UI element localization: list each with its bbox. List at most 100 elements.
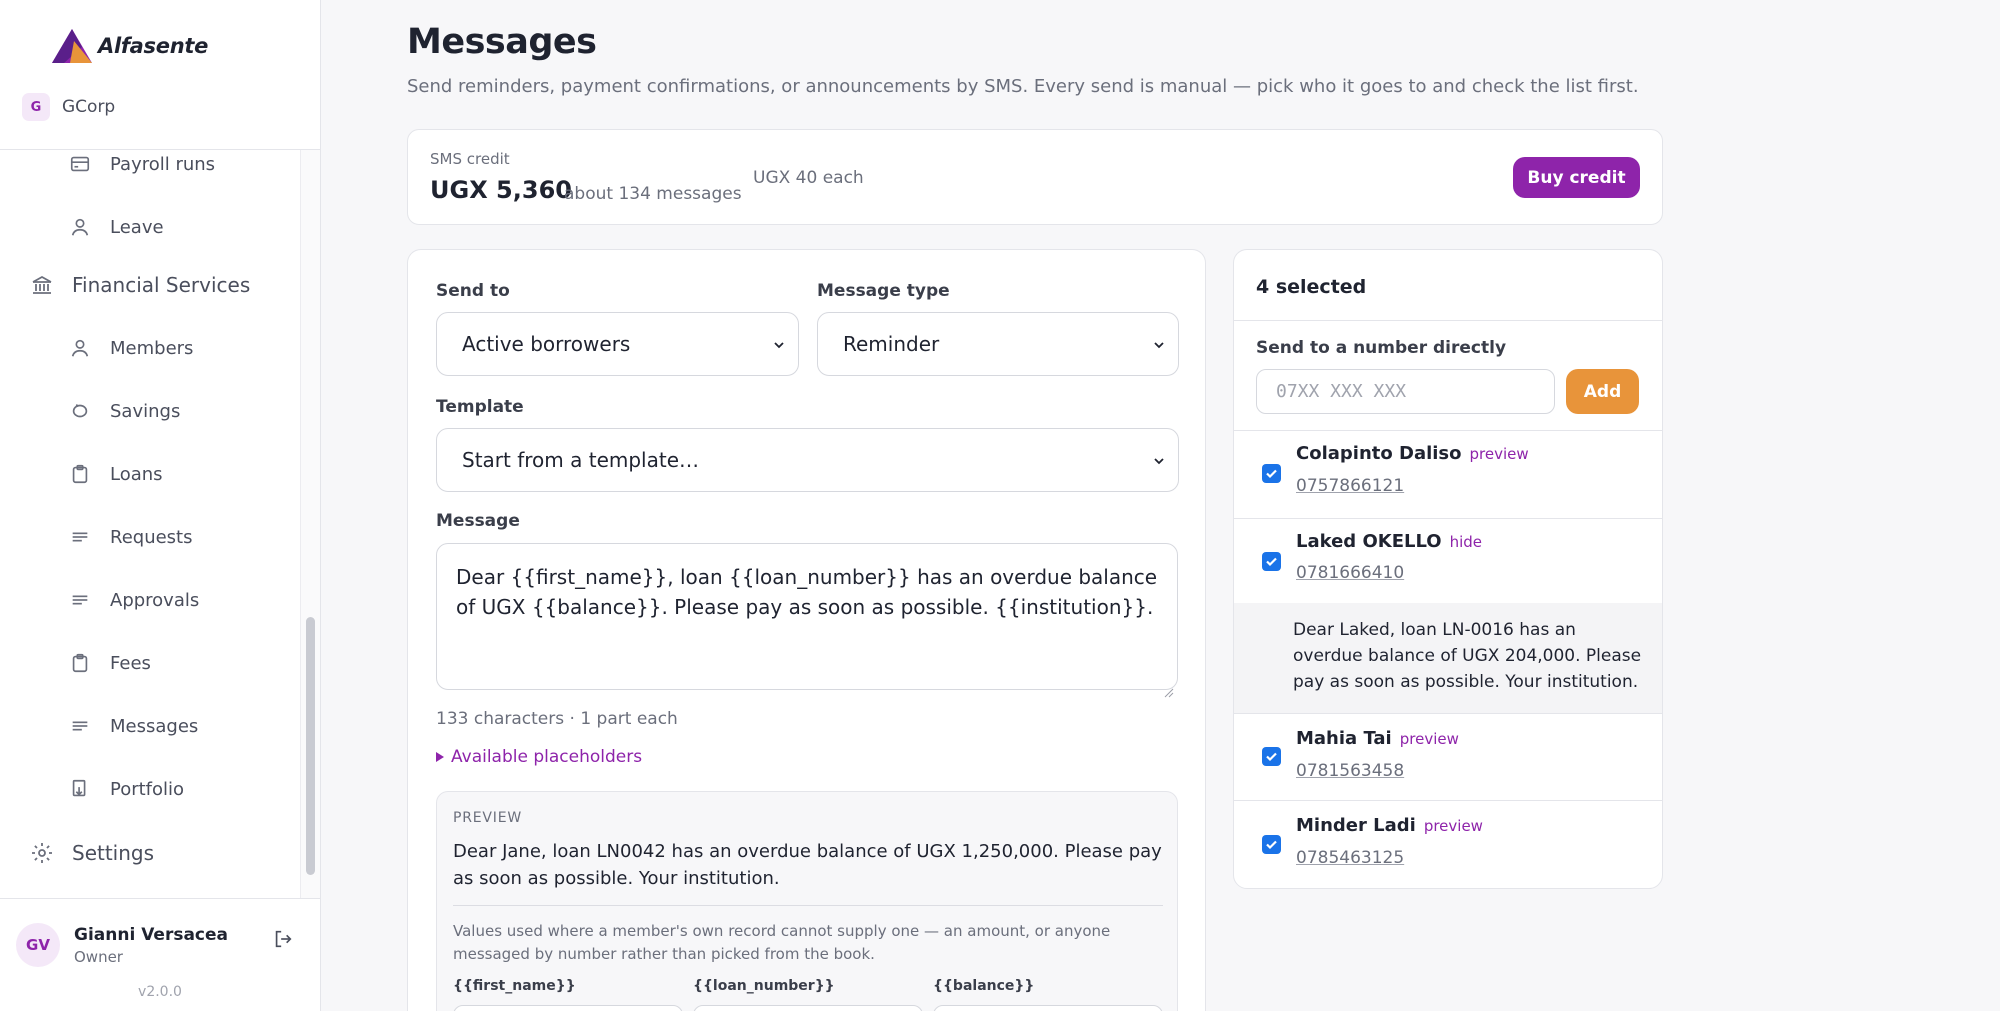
sidebar-item-label: Savings <box>110 400 181 422</box>
message-textarea[interactable]: Dear {{first_name}}, loan {{loan_number}… <box>436 543 1178 698</box>
selected-count: 4 selected <box>1256 276 1367 298</box>
recipient-checkbox[interactable] <box>1262 835 1281 854</box>
lines-icon <box>68 588 92 612</box>
direct-number-input[interactable]: 07XX XXX XXX <box>1256 369 1555 414</box>
recipient-checkbox[interactable] <box>1262 552 1281 571</box>
direct-number-label: Send to a number directly <box>1256 338 1507 358</box>
lines-icon <box>68 525 92 549</box>
sidebar-item-fees[interactable]: Fees <box>0 643 300 683</box>
recipient-preview-link[interactable]: preview <box>1400 730 1459 748</box>
buy-credit-button[interactable]: Buy credit <box>1513 157 1640 198</box>
sidebar-item-requests[interactable]: Requests <box>0 517 300 557</box>
disclosure-triangle-icon <box>436 752 444 762</box>
recipient-row[interactable]: Laked OKELLO hide 0781666410 <box>1234 519 1662 603</box>
sidebar-item-members[interactable]: Members <box>0 328 300 368</box>
sidebar-item-payroll-runs[interactable]: Payroll runs <box>0 150 300 184</box>
user-profile[interactable]: GV Gianni Versacea Owner <box>16 920 306 970</box>
recipient-name: Laked OKELLO hide <box>1296 531 1483 552</box>
preview-box: PREVIEW Dear Jane, loan LN0042 has an ov… <box>436 791 1178 1011</box>
message-type-label: Message type <box>817 281 950 301</box>
recipient-phone[interactable]: 0781563458 <box>1296 761 1404 781</box>
add-number-button[interactable]: Add <box>1566 369 1639 414</box>
sidebar-item-label: Approvals <box>110 589 200 611</box>
portfolio-icon <box>68 777 92 801</box>
sidebar-item-financial-services[interactable]: Financial Services <box>0 265 300 305</box>
message-type-value: Reminder <box>843 332 940 356</box>
sidebar-item-label: Requests <box>110 526 193 548</box>
compose-panel: Send to Active borrowers Message type Re… <box>407 249 1206 1011</box>
sidebar-item-portfolio[interactable]: Portfolio <box>0 769 300 809</box>
recipient-preview-link[interactable]: preview <box>1424 817 1483 835</box>
placeholder-first-name-input[interactable] <box>453 1005 683 1011</box>
credit-about: about 134 messages <box>564 184 742 204</box>
bank-icon <box>30 273 54 297</box>
recipient-hide-link[interactable]: hide <box>1450 533 1482 551</box>
org-name: GCorp <box>62 97 116 117</box>
send-to-label: Send to <box>436 281 510 301</box>
sidebar-item-leave[interactable]: Leave <box>0 207 300 247</box>
sidebar-scrollbar-thumb[interactable] <box>306 617 315 875</box>
placeholder-loan-number-input[interactable] <box>693 1005 923 1011</box>
resize-handle-icon[interactable] <box>1164 676 1174 698</box>
recipients-panel: 4 selected Send to a number directly 07X… <box>1233 249 1663 889</box>
logout-icon[interactable] <box>272 928 298 954</box>
recipient-phone[interactable]: 0781666410 <box>1296 563 1404 583</box>
placeholder-loan-number-label: {{loan_number}} <box>693 978 835 994</box>
sidebar-item-approvals[interactable]: Approvals <box>0 580 300 620</box>
piggy-icon <box>68 399 92 423</box>
sidebar-item-loans[interactable]: Loans <box>0 454 300 494</box>
recipient-row[interactable]: Mahia Tai preview 0781563458 <box>1234 714 1662 800</box>
recipient-preview-link[interactable]: preview <box>1470 445 1529 463</box>
avatar: GV <box>16 923 60 967</box>
template-value: Start from a template… <box>462 448 700 472</box>
sidebar-item-label: Leave <box>110 216 164 238</box>
preview-text: Dear Jane, loan LN0042 has an overdue ba… <box>453 841 1162 889</box>
check-icon <box>1266 557 1277 567</box>
placeholder-balance-input[interactable] <box>933 1005 1163 1011</box>
sidebar-item-label: Financial Services <box>72 273 251 297</box>
user-name: Gianni Versacea <box>74 924 229 945</box>
check-icon <box>1266 469 1277 479</box>
sidebar-item-label: Payroll runs <box>110 153 216 175</box>
sidebar-item-savings[interactable]: Savings <box>0 391 300 431</box>
send-to-value: Active borrowers <box>462 332 631 356</box>
gear-icon <box>30 841 54 865</box>
sidebar-item-settings[interactable]: Settings <box>0 833 300 873</box>
app-version: v2.0.0 <box>138 984 182 1000</box>
recipient-name: Minder Ladi preview <box>1296 815 1483 836</box>
credit-label: SMS credit <box>430 150 510 168</box>
sidebar: Alfasente G GCorp Payroll runs Leave Fin… <box>0 0 321 1011</box>
direct-number-placeholder: 07XX XXX XXX <box>1276 381 1407 402</box>
sidebar-item-label: Portfolio <box>110 778 185 800</box>
sidebar-item-label: Loans <box>110 463 163 485</box>
clipboard-icon <box>68 651 92 675</box>
recipient-phone[interactable]: 0757866121 <box>1296 476 1404 496</box>
person-icon <box>68 215 92 239</box>
brand[interactable]: Alfasente <box>52 26 208 66</box>
sidebar-item-messages[interactable]: Messages <box>0 706 300 746</box>
recipient-name: Mahia Tai preview <box>1296 728 1459 749</box>
divider <box>1234 320 1662 321</box>
check-icon <box>1266 840 1277 850</box>
recipient-checkbox[interactable] <box>1262 464 1281 483</box>
lines-icon <box>68 714 92 738</box>
recipient-phone[interactable]: 0785463125 <box>1296 848 1404 868</box>
recipient-row[interactable]: Minder Ladi preview 0785463125 <box>1234 801 1662 888</box>
recipient-checkbox[interactable] <box>1262 747 1281 766</box>
placeholder-balance-label: {{balance}} <box>933 978 1035 994</box>
recipient-message-preview: Dear Laked, loan LN-0016 has an overdue … <box>1234 603 1662 713</box>
send-to-select[interactable]: Active borrowers <box>436 312 799 376</box>
chevron-down-icon <box>772 337 786 351</box>
preview-label: PREVIEW <box>453 810 523 826</box>
recipient-row[interactable]: Colapinto Daliso preview 0757866121 <box>1234 431 1662 518</box>
available-placeholders-toggle[interactable]: Available placeholders <box>436 747 642 767</box>
card-icon <box>68 152 92 176</box>
placeholder-first-name-label: {{first_name}} <box>453 978 576 994</box>
chevron-down-icon <box>1152 453 1166 467</box>
message-type-select[interactable]: Reminder <box>817 312 1179 376</box>
template-select[interactable]: Start from a template… <box>436 428 1179 492</box>
org-switcher[interactable]: G GCorp <box>22 92 115 122</box>
sms-credit-card: SMS credit UGX 5,360 about 134 messages … <box>407 129 1663 225</box>
check-icon <box>1266 752 1277 762</box>
brand-name: Alfasente <box>98 34 209 58</box>
